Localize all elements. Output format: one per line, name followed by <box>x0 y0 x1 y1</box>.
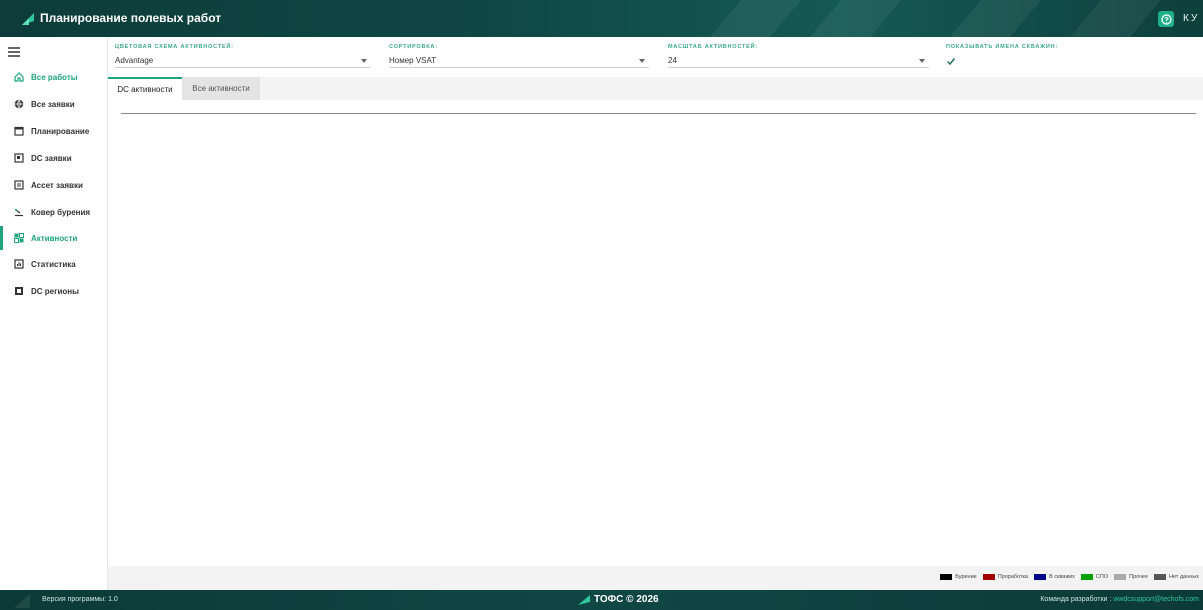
sidebar-item-activities[interactable]: Активности <box>0 226 108 250</box>
timeline-divider <box>121 113 1196 114</box>
legend-label-reaming: Проработка <box>997 574 1029 580</box>
app-logo-icon <box>22 13 34 25</box>
sidebar-item-all-requests[interactable]: Все заявки <box>0 93 108 115</box>
sidebar-item-label: Все работы <box>31 72 78 82</box>
sidebar-item-drilling-carpet[interactable]: Ковер бурения <box>0 201 108 223</box>
sidebar-item-label: Активности <box>31 233 78 243</box>
sidebar-item-label: Планирование <box>31 126 90 136</box>
legend-swatch-drilling <box>940 574 953 580</box>
sidebar-item-label: Статистика <box>31 259 76 269</box>
show-names-label: ПОКАЗЫВАТЬ ИМЕНА СКВАЖИН: <box>946 44 1059 50</box>
sidebar-item-asset-requests[interactable]: Ассет заявки <box>0 174 108 196</box>
app-title: Планирование полевых работ <box>40 11 222 25</box>
chevron-down-icon <box>639 59 645 63</box>
chevron-down-icon <box>361 59 367 63</box>
sidebar-item-planning[interactable]: Планирование <box>0 120 108 142</box>
app-footer: Версия программы: 1.0 ТОФС © 2026 Команд… <box>0 590 1203 610</box>
brand-logo-icon <box>578 594 590 605</box>
dev-team-label: Команда разработки : <box>1040 596 1112 603</box>
menu-icon[interactable] <box>8 47 20 57</box>
sidebar: Все работы Все заявки Планирование DC за… <box>0 37 108 590</box>
chevron-down-icon <box>919 59 925 63</box>
sidebar-item-label: Все заявки <box>31 99 75 109</box>
legend-label-drilling: Бурение <box>955 574 977 580</box>
sidebar-item-statistics[interactable]: Статистика <box>0 253 108 275</box>
sidebar-item-label: Ассет заявки <box>31 180 83 190</box>
color-scheme-select[interactable]: Advantage <box>115 54 371 68</box>
legend-swatch-in-well <box>1034 574 1047 580</box>
color-scheme-filter: ЦВЕТОВАЯ СХЕМА АКТИВНОСТЕЙ: Advantage <box>115 44 371 68</box>
sidebar-item-dc-requests[interactable]: DC заявки <box>0 147 108 169</box>
show-names-checkbox[interactable] <box>946 56 956 66</box>
legend-label-other: Прочее <box>1129 574 1149 580</box>
dc-card-icon <box>13 153 24 164</box>
region-icon <box>13 286 24 297</box>
sidebar-item-all-works[interactable]: Все работы <box>0 66 108 88</box>
legend-swatch-spo <box>1080 574 1093 580</box>
globe-icon <box>13 99 24 110</box>
scale-label: МАСШТАБ АКТИВНОСТЕЙ: <box>668 44 759 50</box>
legend-label-in-well: В скважих <box>1049 574 1075 580</box>
calendar-icon <box>13 126 24 137</box>
home-icon <box>13 72 24 83</box>
legend-swatch-no-data <box>1154 574 1167 580</box>
legend: Бурение Проработка В скважих СПО Прочее … <box>934 574 1199 580</box>
app-header: Планирование полевых работ КУ <box>0 0 1203 37</box>
legend-label-spo: СПО <box>1095 574 1109 580</box>
tab-all-activities[interactable]: Все активности <box>182 77 260 100</box>
sidebar-item-label: DC регионы <box>31 286 79 296</box>
bar-chart-icon <box>13 259 24 270</box>
scale-filter: МАСШТАБ АКТИВНОСТЕЙ: 24 <box>668 44 929 68</box>
dev-team: Команда разработки : wwdcsupport@techofs… <box>1040 596 1199 603</box>
app-version: Версия программы: 1.0 <box>42 596 118 603</box>
user-initials[interactable]: КУ <box>1183 13 1199 24</box>
sidebar-item-dc-regions[interactable]: DC регионы <box>0 280 108 302</box>
footer-logo-icon <box>14 594 30 608</box>
activities-panel <box>108 100 1203 566</box>
show-names-filter: ПОКАЗЫВАТЬ ИМЕНА СКВАЖИН: <box>946 44 1146 71</box>
sort-filter: СОРТИРОВКА: Номер VSAT <box>389 44 649 68</box>
help-circle-icon[interactable] <box>1158 11 1174 27</box>
sidebar-item-label: DC заявки <box>31 153 72 163</box>
asset-card-icon <box>13 180 24 191</box>
tab-bar: DC активности Все активности <box>108 77 1203 100</box>
sidebar-item-label: Ковер бурения <box>31 207 91 217</box>
drill-icon <box>13 207 24 218</box>
legend-bar: Бурение Проработка В скважих СПО Прочее … <box>108 566 1203 590</box>
sort-label: СОРТИРОВКА: <box>389 44 438 50</box>
sort-select[interactable]: Номер VSAT <box>389 54 649 68</box>
grid-icon <box>13 233 24 244</box>
support-email-link[interactable]: wwdcsupport@techofs.com <box>1113 596 1199 603</box>
legend-swatch-reaming <box>982 574 995 580</box>
color-scheme-label: ЦВЕТОВАЯ СХЕМА АКТИВНОСТЕЙ: <box>115 44 234 50</box>
scale-select[interactable]: 24 <box>668 54 929 68</box>
legend-swatch-other <box>1114 574 1127 580</box>
copyright: ТОФС © 2026 <box>578 594 659 605</box>
tab-dc-activities[interactable]: DC активности <box>108 77 182 100</box>
legend-label-no-data: Нет данных <box>1169 574 1199 580</box>
